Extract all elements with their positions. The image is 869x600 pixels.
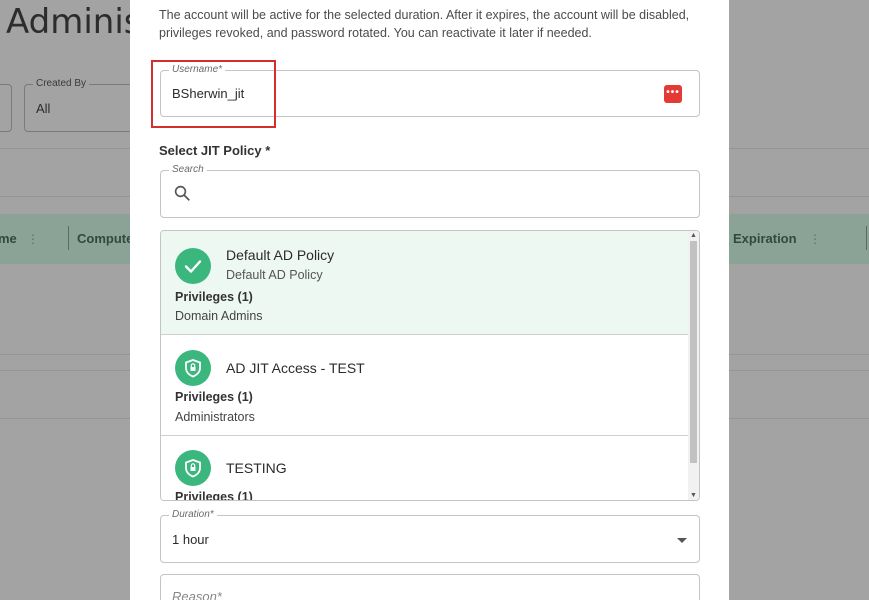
duration-select[interactable]: Duration* 1 hour bbox=[160, 509, 700, 563]
policy-name: TESTING bbox=[226, 460, 287, 476]
policy-privilege: Administrators bbox=[175, 410, 255, 424]
column-header-name[interactable]: me bbox=[0, 231, 17, 246]
column-menu-icon[interactable]: ⋮ bbox=[27, 232, 39, 246]
policy-list-scrollbar[interactable]: ▲ ▼ bbox=[688, 231, 699, 500]
duration-value: 1 hour bbox=[172, 532, 209, 547]
policy-subtitle: Default AD Policy bbox=[226, 268, 323, 282]
column-header-expiration[interactable]: Expiration bbox=[733, 231, 797, 246]
scroll-down-arrow-icon[interactable]: ▼ bbox=[690, 492, 697, 499]
created-by-value: All bbox=[36, 101, 51, 116]
jit-policy-label: Select JIT Policy * bbox=[159, 143, 271, 158]
page-title: Adminis bbox=[6, 2, 142, 42]
created-by-label: Created By bbox=[33, 78, 90, 89]
scroll-thumb[interactable] bbox=[690, 241, 697, 463]
policy-privileges-label: Privileges (1) bbox=[175, 390, 253, 404]
policy-item-ad-jit-access-test[interactable]: AD JIT Access - TEST Privileges (1) Admi… bbox=[161, 335, 689, 436]
duration-label: Duration* bbox=[169, 509, 217, 520]
dialog-description: The account will be active for the selec… bbox=[159, 8, 690, 40]
policy-item-testing[interactable]: TESTING Privileges (1) bbox=[161, 436, 689, 501]
policy-privileges-label: Privileges (1) bbox=[175, 490, 253, 501]
policy-search-input[interactable]: Search bbox=[160, 164, 700, 218]
reason-input[interactable]: Reason* bbox=[160, 574, 700, 600]
chevron-down-icon[interactable] bbox=[677, 538, 687, 543]
search-icon bbox=[174, 185, 190, 201]
shield-lock-icon bbox=[175, 350, 211, 386]
column-header-computer[interactable]: Compute bbox=[77, 231, 133, 246]
password-generator-icon[interactable]: ••• bbox=[664, 85, 682, 103]
shield-lock-icon bbox=[175, 450, 211, 486]
policy-list[interactable]: Default AD Policy Default AD Policy Priv… bbox=[160, 230, 700, 501]
column-menu-icon[interactable]: ⋮ bbox=[809, 232, 821, 246]
policy-item-default-ad[interactable]: Default AD Policy Default AD Policy Priv… bbox=[161, 231, 689, 335]
reason-label: Reason* bbox=[172, 589, 222, 600]
filter-field-partial[interactable] bbox=[0, 84, 12, 132]
policy-name: AD JIT Access - TEST bbox=[226, 360, 365, 376]
policy-privilege: Domain Admins bbox=[175, 309, 263, 323]
scroll-up-arrow-icon[interactable]: ▲ bbox=[690, 232, 697, 239]
policy-name: Default AD Policy bbox=[226, 247, 335, 263]
jit-account-dialog: The account will be active for the selec… bbox=[130, 0, 729, 600]
search-label: Search bbox=[169, 164, 207, 175]
column-separator[interactable] bbox=[68, 226, 69, 250]
check-icon bbox=[175, 248, 211, 284]
policy-privileges-label: Privileges (1) bbox=[175, 290, 253, 304]
column-separator[interactable] bbox=[866, 226, 867, 250]
username-highlight-box bbox=[151, 60, 276, 128]
